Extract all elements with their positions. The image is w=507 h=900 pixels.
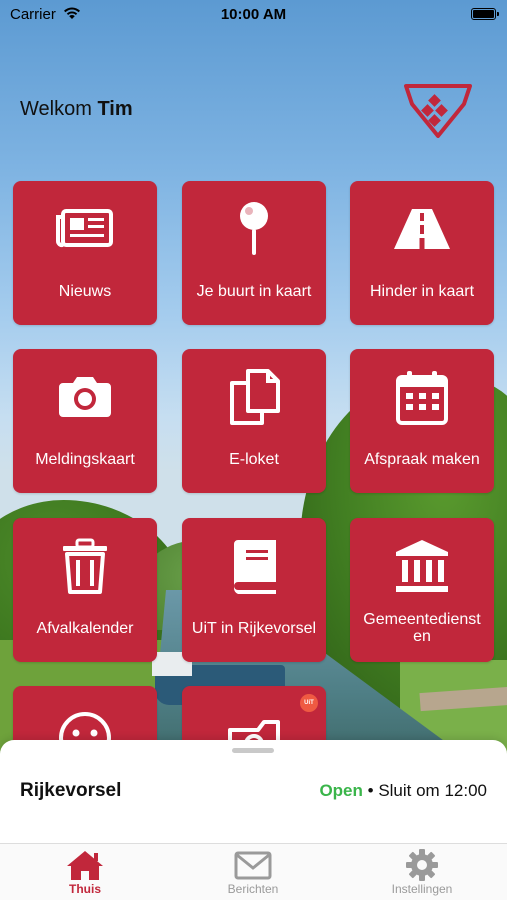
clock: 10:00 AM (220, 6, 287, 23)
tab-label: Berichten (227, 882, 279, 896)
tile-label: E-loket (229, 451, 279, 468)
separator-dot: • (367, 781, 374, 800)
user-name: Tim (97, 98, 133, 120)
welcome-label: Welkom (20, 98, 92, 120)
opening-hours: Open • Sluit om 12:00 (319, 781, 487, 801)
tile-meldingskaart[interactable]: Meldingskaart (13, 349, 157, 493)
tile-nieuws[interactable]: Nieuws (13, 181, 157, 325)
tile-label-line2: en (413, 628, 431, 645)
status-bar: Carrier 10:00 AM (0, 0, 507, 28)
tile-label: Je buurt in kaart (196, 283, 312, 300)
gear-icon (406, 849, 438, 881)
map-pin-icon (240, 202, 268, 255)
tile-label: Gemeentedienst en (354, 611, 490, 645)
calendar-icon (396, 371, 448, 425)
tile-gemeentediensten[interactable]: Gemeentedienst en (350, 518, 494, 662)
town-name: Rijkevorsel (20, 780, 122, 801)
tile-label-line1: Gemeentedienst (363, 611, 481, 628)
tile-label: Hinder in kaart (369, 283, 475, 300)
tab-label: Instellingen (391, 882, 453, 896)
welcome-text: Welkom Tim (20, 98, 133, 121)
road-icon (394, 209, 450, 249)
open-status: Open (319, 781, 363, 800)
tab-berichten[interactable]: Berichten (193, 848, 313, 896)
municipality-logo-icon (404, 84, 472, 138)
newspaper-icon (56, 209, 113, 248)
tab-bar: Thuis Berichten Instellingen (0, 843, 507, 900)
camera-icon (59, 377, 111, 417)
tab-label: Thuis (69, 882, 101, 896)
tile-hinder-in-kaart[interactable]: Hinder in kaart (350, 181, 494, 325)
trash-icon (63, 538, 107, 594)
sheet-drag-handle[interactable] (232, 748, 274, 753)
tab-thuis[interactable]: Thuis (25, 848, 145, 896)
uit-badge: UiT (300, 694, 318, 712)
tile-je-buurt-in-kaart[interactable]: Je buurt in kaart (182, 181, 326, 325)
tab-instellingen[interactable]: Instellingen (362, 848, 482, 896)
closing-time: Sluit om 12:00 (378, 781, 487, 800)
tile-afvalkalender[interactable]: Afvalkalender (13, 518, 157, 662)
tile-label: Meldingskaart (35, 451, 135, 468)
tile-label: UiT in Rijkevorsel (191, 620, 317, 637)
tile-e-loket[interactable]: E-loket (182, 349, 326, 493)
tile-label: Afvalkalender (36, 620, 134, 637)
documents-icon (230, 369, 280, 425)
town-hall-icon (396, 540, 448, 592)
home-icon (67, 851, 103, 880)
location-bottom-sheet[interactable]: Rijkevorsel Open • Sluit om 12:00 (0, 740, 507, 843)
tile-afspraak-maken[interactable]: Afspraak maken (350, 349, 494, 493)
tile-uit-in-rijkevorsel[interactable]: UiT in Rijkevorsel (182, 518, 326, 662)
mail-icon (234, 851, 272, 880)
tile-label: Nieuws (58, 283, 112, 300)
book-icon (233, 540, 276, 594)
battery-icon (471, 8, 499, 20)
tile-label: Afspraak maken (364, 451, 480, 468)
